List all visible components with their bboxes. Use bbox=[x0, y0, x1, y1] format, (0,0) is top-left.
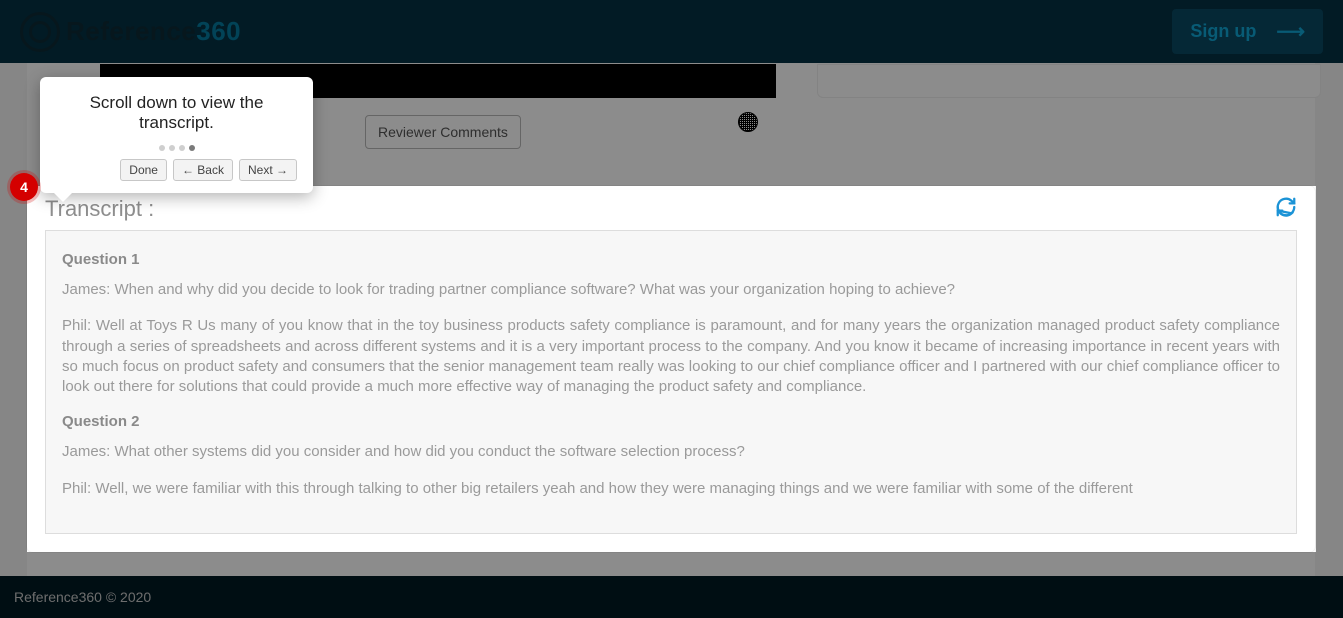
tour-dot[interactable] bbox=[159, 145, 165, 151]
transcript-question-heading: Question 1 bbox=[62, 251, 1280, 268]
tour-dot[interactable] bbox=[179, 145, 185, 151]
tour-next-button[interactable]: Next → bbox=[239, 159, 297, 181]
tour-message: Scroll down to view the transcript. bbox=[56, 93, 297, 133]
transcript-question-heading: Question 2 bbox=[62, 413, 1280, 430]
transcript-paragraph: James: What other systems did you consid… bbox=[62, 442, 1280, 462]
tour-overlay-left bbox=[0, 186, 27, 552]
transcript-paragraph: Phil: Well, we were familiar with this t… bbox=[62, 479, 1280, 499]
tour-step-marker: 4 bbox=[10, 173, 38, 201]
transcript-scroll-area[interactable]: Question 1 James: When and why did you de… bbox=[45, 230, 1297, 534]
tour-progress-dots bbox=[56, 145, 297, 151]
transcript-paragraph: James: When and why did you decide to lo… bbox=[62, 280, 1280, 300]
transcript-panel: Transcript : Question 1 James: When and w… bbox=[27, 186, 1315, 552]
transcript-title: Transcript : bbox=[45, 196, 1297, 222]
tour-overlay-right bbox=[1316, 186, 1343, 552]
tour-dot[interactable] bbox=[169, 145, 175, 151]
tour-overlay-bottom bbox=[0, 552, 1343, 618]
tour-back-button[interactable]: ← Back bbox=[173, 159, 233, 181]
tour-dot[interactable] bbox=[189, 145, 195, 151]
refresh-icon[interactable] bbox=[1275, 196, 1297, 218]
tour-done-button[interactable]: Done bbox=[120, 159, 167, 181]
tour-popover: Scroll down to view the transcript. Done… bbox=[40, 77, 313, 193]
transcript-paragraph: Phil: Well at Toys R Us many of you know… bbox=[62, 316, 1280, 397]
